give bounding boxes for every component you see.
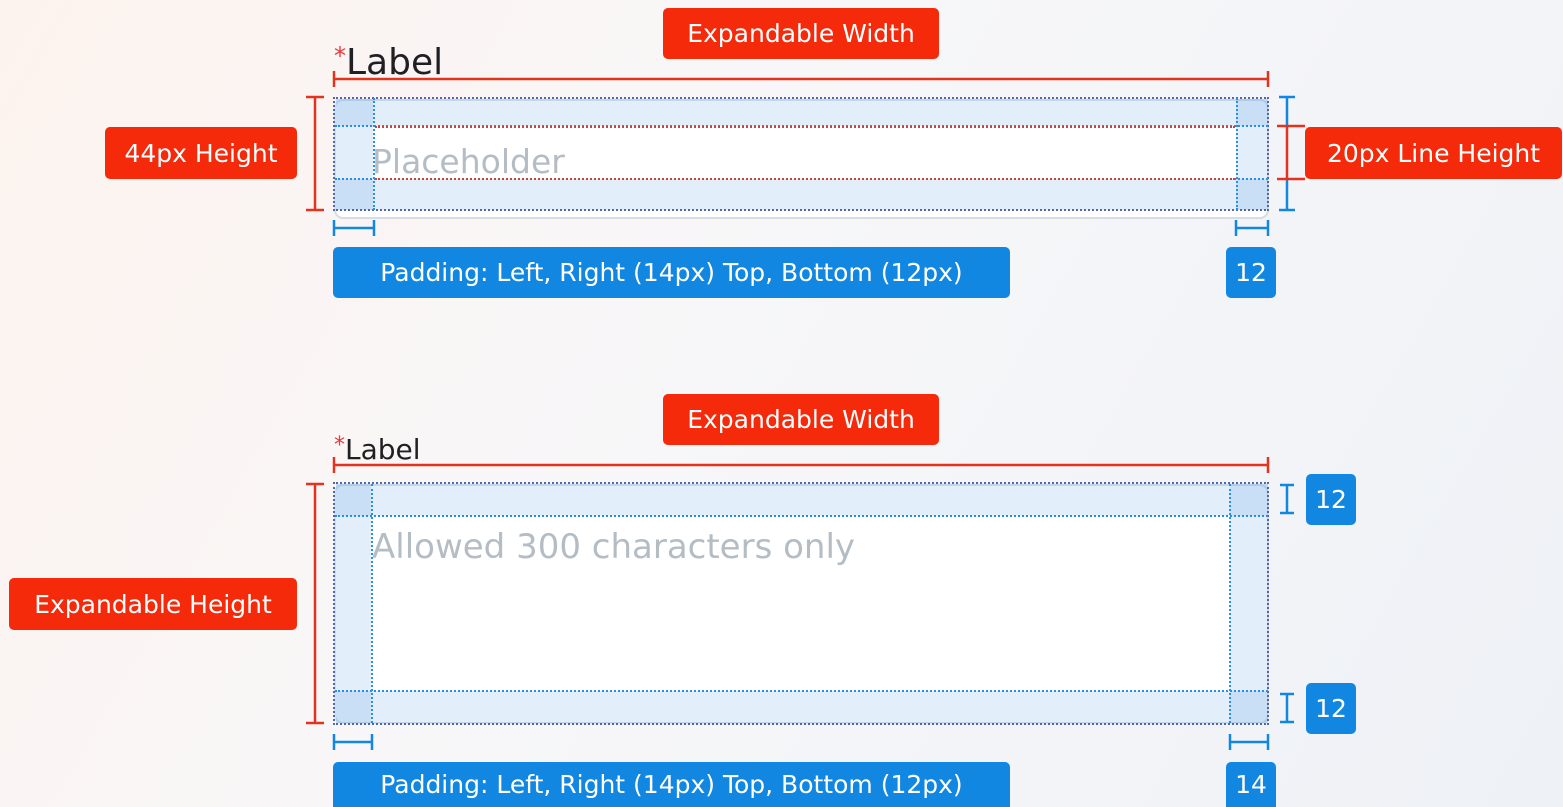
dimension-lines	[306, 71, 1305, 750]
width-dimension-line	[332, 71, 1270, 87]
padding-width-markers	[332, 734, 1270, 750]
height-dimension-line	[306, 95, 324, 212]
height-dimension-line	[306, 482, 324, 725]
vertical-padding-markers	[1280, 483, 1294, 724]
line-height-dimension-line	[1277, 124, 1305, 181]
padding-width-markers	[332, 220, 1270, 236]
width-dimension-line	[332, 457, 1270, 473]
